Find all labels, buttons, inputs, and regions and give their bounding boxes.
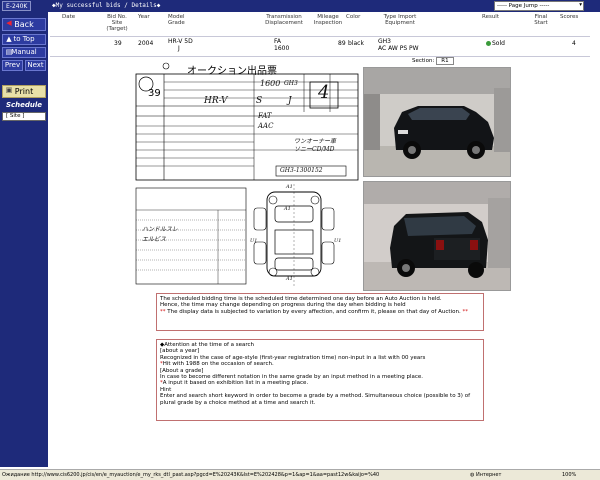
page-jump-value: ----- Page Jump ----- [497,3,550,9]
sheet-lot-number: 39 [148,88,161,99]
col-transmission: Transmission Displacement [265,14,303,26]
up-arrow-icon: ▲ [6,35,12,43]
zoom-level[interactable]: 100% [562,472,576,478]
col-scores: Scores [560,14,579,20]
print-button[interactable]: ▣ Print [2,85,46,98]
to-top-button[interactable]: ▲ to Top [2,34,46,45]
sheet-title: オークション出品票 [187,66,277,77]
hand-note: GH3-1300152 [280,167,323,174]
next-button[interactable]: Next [25,60,46,71]
back-arrow-icon: ◀ [6,19,12,27]
damage-code: A1 [286,276,293,282]
site-link[interactable]: [ Site ] [2,112,46,121]
hand-note: HR-V [204,96,228,106]
cell-year: 2004 [138,40,154,47]
col-bid-no: Bid No. Site (Target) [106,14,128,32]
car-front-image [364,68,510,176]
hand-note: ソニーCD/MD [294,146,335,153]
manual-button[interactable]: ▤ Manual [2,47,46,58]
bid-table: Date Bid No. Site (Target) Year Model Grade… [50,12,590,57]
col-model: Model Grade [168,14,185,26]
cell-type: GH3 AC AW PS PW [378,38,419,52]
hand-note: S [256,96,263,106]
top-bar: E-240K ◆My successful bids / Details◆ --… [0,0,600,12]
col-final-start: Final Start [534,14,548,26]
hand-note: 1600 [260,79,281,88]
prev-button[interactable]: Prev [2,60,23,71]
cell-transmission: FA 1600 [274,38,290,52]
printer-icon: ▣ [5,86,13,94]
car-rear-image [364,182,510,290]
cell-scores: 4 [572,40,576,47]
globe-icon: ◍ [470,472,475,478]
page-code: E-240K [2,1,32,11]
section-label: Section: R1 [412,57,454,65]
hand-note: FAT [258,112,272,120]
divider [50,36,590,37]
search-attention-notice: ◆Attention at the time of a search [abou… [156,339,484,421]
damage-code: A1 [284,206,291,212]
col-type: Type Import Equipment [383,14,417,26]
page-jump-select[interactable]: ----- Page Jump ----- ▾ [494,1,584,11]
cell-bid-no: 39 [114,40,122,47]
schedule-label: Schedule [5,101,43,109]
divider [50,56,590,57]
browser-status-bar: Ожидание http://www.cis6200.jp/cis/en/e_… [0,469,600,480]
hand-note: J [288,96,292,106]
car-photo-rear[interactable] [363,181,511,291]
status-url: Ожидание http://www.cis6200.jp/cis/en/e_… [2,472,380,478]
hand-note: 4 [318,82,330,103]
hand-note: GH3 [284,80,298,87]
book-icon: ▤ [5,48,13,56]
col-year: Year [138,14,150,20]
col-color: Color [346,14,361,20]
col-mileage: Mileage Inspection [313,14,343,26]
cell-model: HR-V 5D J [168,38,193,52]
damage-code: U1 [334,238,342,244]
cell-result: Sold [486,40,505,47]
section-value: R1 [436,57,454,65]
security-zone: ◍ Интернет [470,472,502,478]
damage-code: A1 [286,184,293,190]
breadcrumb: ◆My successful bids / Details◆ [52,2,161,9]
damage-code: U1 [250,238,258,244]
left-nav: ◀ Back ▲ to Top ▤ Manual Prev Next ▣ Pri… [0,12,48,467]
cell-mileage: 89 [338,40,346,47]
sold-status-icon [486,41,491,46]
bidding-time-notice: The scheduled bidding time is the schedu… [156,293,484,331]
chevron-down-icon: ▾ [579,2,582,8]
hand-note: AAC [258,122,274,130]
back-button[interactable]: ◀ Back [2,18,46,31]
hand-note: ハンドルスレ [142,226,179,233]
col-date: Date [62,14,76,20]
col-result: Result [482,14,499,20]
car-photo-front[interactable] [363,67,511,177]
hand-note: エルビス [142,236,167,243]
auction-sheet-image[interactable]: オークション出品票 39 1600 GH3 HR-V S J 4 FAT AAC… [134,60,360,292]
cell-color: black [348,40,364,47]
